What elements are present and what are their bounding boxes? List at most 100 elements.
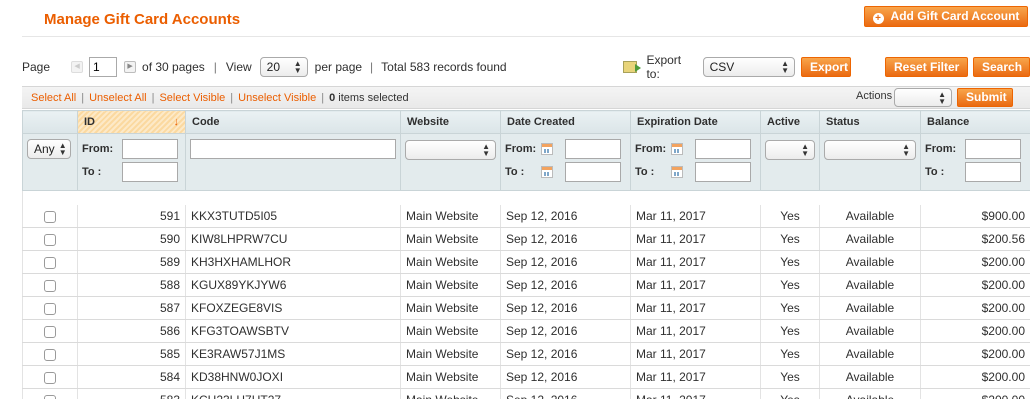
select-visible-link[interactable]: Select Visible [159, 92, 225, 104]
active-filter-select[interactable]: ▲ ▼ [765, 140, 815, 160]
actions-select[interactable]: ▲ ▼ [894, 88, 952, 107]
export-icon [623, 61, 643, 73]
per-page-value: 20 [266, 60, 281, 74]
add-button-label: Add Gift Card Account [890, 9, 1020, 23]
select-all-link[interactable]: Select All [31, 92, 76, 104]
balance-to-input[interactable] [965, 162, 1021, 182]
calendar-icon[interactable] [541, 143, 553, 155]
checkbox [22, 296, 78, 320]
calendar-icon[interactable] [671, 166, 683, 178]
calendar-icon[interactable] [671, 143, 683, 155]
cell-code: KIW8LHPRW7CU [185, 227, 401, 251]
balance-from-input[interactable] [965, 139, 1021, 159]
cell-expiration-date: Mar 11, 2017 [630, 342, 761, 366]
link-separator: | [81, 92, 85, 104]
code-filter-input[interactable] [190, 139, 396, 159]
pager: Page ◀ ▶ of 30 pages | View 20 ▲▼ per pa… [22, 56, 507, 78]
website-filter-select[interactable]: ▲ ▼ [405, 140, 496, 160]
unselect-all-link[interactable]: Unselect All [89, 92, 146, 104]
submit-button[interactable]: Submit [957, 88, 1013, 107]
checkbox [22, 342, 78, 366]
row-checkbox[interactable] [44, 325, 56, 338]
reset-filter-button[interactable]: Reset Filter [885, 57, 968, 77]
export-format-select[interactable]: CSV ▲ ▼ [702, 57, 795, 77]
search-button[interactable]: Search [973, 57, 1030, 77]
table-row[interactable]: 587 KFOXZEGE8VIS Main Website Sep 12, 2016 M… [22, 296, 1030, 320]
created-to-input[interactable] [565, 162, 621, 182]
page-number-input[interactable] [89, 57, 118, 77]
link-separator: | [230, 92, 234, 104]
cell-status: Available [819, 250, 921, 274]
cell-active: Yes [760, 296, 820, 320]
row-checkbox[interactable] [44, 371, 56, 384]
column-header-balance[interactable]: Balance [920, 110, 1030, 134]
cell-website: Main Website [400, 388, 501, 399]
add-gift-card-account-button[interactable]: + Add Gift Card Account [864, 6, 1028, 27]
column-header-expiration-date[interactable]: Expiration Date [630, 110, 761, 134]
id-from-input[interactable] [122, 139, 178, 159]
column-header-active[interactable]: Active [760, 110, 820, 134]
row-checkbox[interactable] [44, 233, 56, 246]
row-checkbox[interactable] [44, 302, 56, 315]
cell-balance: $200.00 [920, 319, 1030, 343]
table-row[interactable]: 588 KGUX89YKJYW6 Main Website Sep 12, 2016 M… [22, 273, 1030, 297]
row-checkbox[interactable] [44, 210, 56, 223]
table-row[interactable]: 585 KE3RAW57J1MS Main Website Sep 12, 2016 M… [22, 342, 1030, 366]
cell-expiration-date: Mar 11, 2017 [630, 365, 761, 389]
to-label: To : [82, 166, 102, 178]
column-header-date-created[interactable]: Date Created [500, 110, 631, 134]
cell-expiration-date: Mar 11, 2017 [630, 273, 761, 297]
pages-total-text: of 30 pages [142, 60, 205, 74]
cell-expiration-date: Mar 11, 2017 [630, 319, 761, 343]
row-checkbox[interactable] [44, 348, 56, 361]
cell-id: 589 [77, 250, 186, 274]
gift-card-accounts-table: ID ↓ Code Website Date Created Expiration… [22, 110, 1030, 399]
filter-row: Any ▲ ▼ From: To : ▲ ▼ From: To : From: … [22, 133, 1030, 191]
view-label: View [225, 60, 252, 74]
cell-code: KE3RAW57J1MS [185, 342, 401, 366]
unselect-visible-link[interactable]: Unselect Visible [238, 92, 316, 104]
calendar-icon[interactable] [541, 166, 553, 178]
cell-status: Available [819, 365, 921, 389]
next-page-icon[interactable]: ▶ [124, 61, 137, 73]
cell-balance: $200.00 [920, 250, 1030, 274]
created-from-input[interactable] [565, 139, 621, 159]
cell-balance: $900.00 [920, 204, 1030, 228]
column-header-status[interactable]: Status [819, 110, 921, 134]
filter-website-cell: ▲ ▼ [400, 133, 501, 191]
cell-code: KFG3TOAWSBTV [185, 319, 401, 343]
expires-to-input[interactable] [695, 162, 751, 182]
cell-website: Main Website [400, 319, 501, 343]
row-checkbox[interactable] [44, 394, 56, 399]
row-checkbox[interactable] [44, 256, 56, 269]
column-header-id[interactable]: ID ↓ [77, 110, 186, 134]
cell-date-created: Sep 12, 2016 [500, 227, 631, 251]
cell-website: Main Website [400, 342, 501, 366]
export-button[interactable]: Export [801, 57, 851, 77]
cell-date-created: Sep 12, 2016 [500, 388, 631, 399]
row-checkbox[interactable] [44, 279, 56, 292]
cell-date-created: Sep 12, 2016 [500, 250, 631, 274]
cell-id: 587 [77, 296, 186, 320]
checkbox [22, 273, 78, 297]
table-row[interactable]: 589 KH3HXHAMLHOR Main Website Sep 12, 2016 M… [22, 250, 1030, 274]
column-header-website[interactable]: Website [400, 110, 501, 134]
cell-active: Yes [760, 250, 820, 274]
table-row[interactable]: 586 KFG3TOAWSBTV Main Website Sep 12, 2016 M… [22, 319, 1030, 343]
cell-expiration-date: Mar 11, 2017 [630, 204, 761, 228]
any-select[interactable]: Any ▲ ▼ [27, 139, 71, 159]
table-row[interactable]: 590 KIW8LHPRW7CU Main Website Sep 12, 2016 M… [22, 227, 1030, 251]
column-header-code[interactable]: Code [185, 110, 401, 134]
previous-page-icon[interactable]: ◀ [71, 61, 84, 73]
table-row[interactable]: 591 KKX3TUTD5I05 Main Website Sep 12, 2016 M… [22, 204, 1030, 228]
link-separator: | [151, 92, 155, 104]
cell-expiration-date: Mar 11, 2017 [630, 388, 761, 399]
cell-date-created: Sep 12, 2016 [500, 296, 631, 320]
status-filter-select[interactable]: ▲ ▼ [824, 140, 916, 160]
id-to-input[interactable] [122, 162, 178, 182]
per-page-select[interactable]: 20 ▲ ▼ [259, 57, 308, 77]
table-row[interactable]: 583KCH23LH7HT27Main WebsiteSep 12, 2016M… [22, 388, 1030, 399]
expires-from-input[interactable] [695, 139, 751, 159]
table-row[interactable]: 584 KD38HNW0JOXI Main Website Sep 12, 2016 M… [22, 365, 1030, 389]
cell-balance: $200.56 [920, 227, 1030, 251]
